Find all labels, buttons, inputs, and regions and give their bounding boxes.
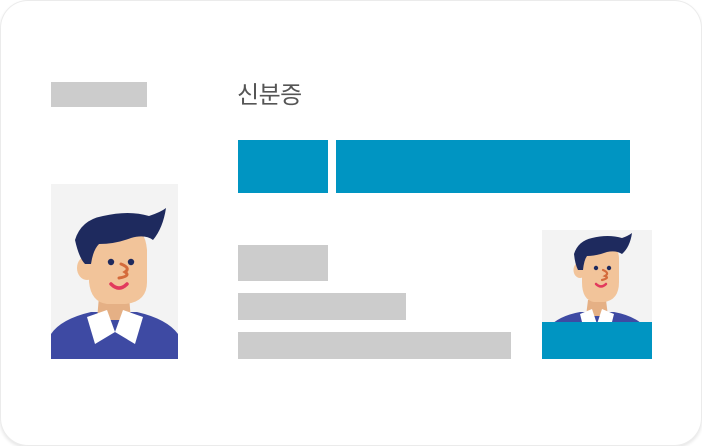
info-line-2 bbox=[238, 293, 406, 320]
photo-large bbox=[51, 184, 178, 359]
info-line-3 bbox=[238, 332, 511, 359]
label-placeholder bbox=[51, 82, 147, 107]
id-card-illustration: 신분증 bbox=[0, 0, 702, 446]
person-portrait-icon bbox=[51, 208, 178, 359]
info-line-1 bbox=[238, 245, 328, 281]
name-field-long bbox=[336, 140, 630, 193]
photo-small bbox=[542, 230, 652, 359]
name-field-short bbox=[238, 140, 328, 193]
card-title: 신분증 bbox=[237, 81, 302, 109]
photo-caption-bar bbox=[542, 322, 652, 359]
